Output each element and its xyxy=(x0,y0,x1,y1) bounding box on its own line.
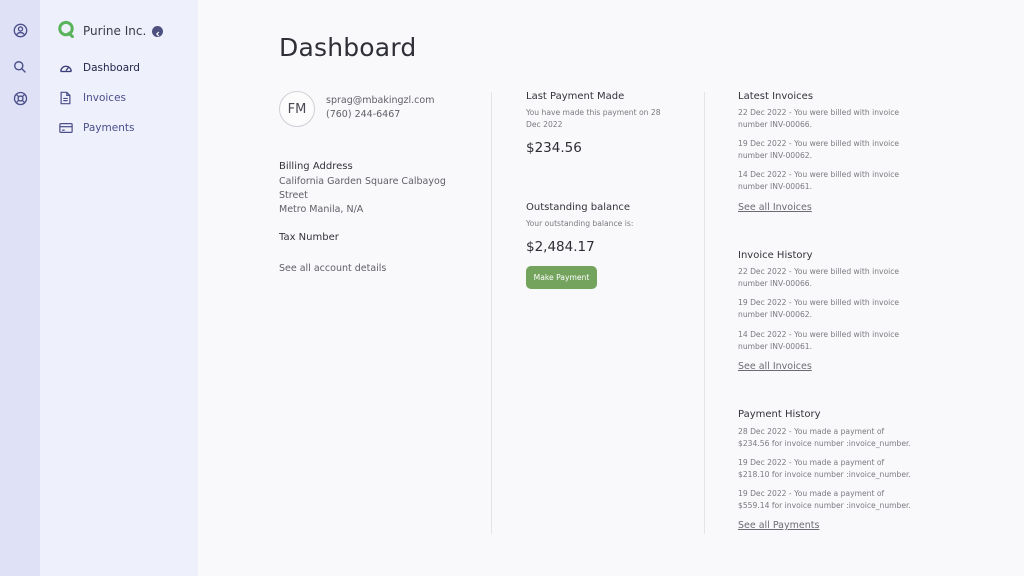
sidebar-item-payments[interactable]: Payments xyxy=(58,119,134,137)
outstanding-desc: Your outstanding balance is: xyxy=(526,219,634,228)
user-circle-icon[interactable] xyxy=(11,21,29,39)
list-item: 28 Dec 2022 - You made a payment of xyxy=(738,427,885,436)
list-item: 22 Dec 2022 - You were billed with invoi… xyxy=(738,108,900,117)
list-item: $234.56 for invoice number :invoice_numb… xyxy=(738,438,911,448)
list-item: 14 Dec 2022 - You were billed with invoi… xyxy=(738,170,900,179)
brand[interactable]: Purine Inc. xyxy=(57,20,147,42)
last-payment-amount: $234.56 xyxy=(526,140,582,156)
brand-name: Purine Inc. xyxy=(83,24,147,38)
last-payment-desc: Dec 2022 xyxy=(526,119,563,129)
list-item: number INV-00066. xyxy=(738,278,813,288)
list-item: number INV-00062. xyxy=(738,309,813,319)
see-all-payments-link[interactable]: See all Payments xyxy=(738,520,819,531)
sidebar-item-label: Payments xyxy=(83,122,135,134)
last-payment-desc: You have made this payment on 28 xyxy=(526,108,661,117)
document-icon xyxy=(58,91,73,106)
account-phone: (760) 244-6467 xyxy=(326,109,401,120)
sidebar-item-label: Invoices xyxy=(83,92,127,104)
account-details-link[interactable]: See all account details xyxy=(279,262,386,276)
sidebar: Purine Inc. Dashboard Invoices Payments xyxy=(40,0,198,576)
page-title: Dashboard xyxy=(279,33,417,62)
make-payment-button[interactable]: Make Payment xyxy=(526,266,597,289)
icon-rail xyxy=(0,0,40,576)
gauge-icon xyxy=(58,61,73,76)
account-email: sprag@mbakingzl.com xyxy=(326,95,435,106)
list-item: number INV-00061. xyxy=(738,181,813,191)
list-item: $218.10 for invoice number :invoice_numb… xyxy=(738,469,911,479)
sidebar-item-label: Dashboard xyxy=(83,62,140,74)
latest-invoices-heading: Latest Invoices xyxy=(738,91,814,102)
list-item: $559.14 for invoice number :invoice_numb… xyxy=(738,500,911,510)
billing-address-heading: Billing Address xyxy=(279,161,353,172)
chevron-left-icon xyxy=(155,22,161,41)
sidebar-item-invoices[interactable]: Invoices xyxy=(58,89,126,107)
invoice-history-heading: Invoice History xyxy=(738,250,813,261)
list-item: number INV-00062. xyxy=(738,150,813,160)
avatar: FM xyxy=(279,91,315,127)
billing-address-line: Street xyxy=(279,190,308,201)
column-divider xyxy=(491,92,492,534)
list-item: number INV-00066. xyxy=(738,119,813,129)
outstanding-heading: Outstanding balance xyxy=(526,202,631,213)
logo-ring-icon xyxy=(57,20,75,42)
credit-card-icon xyxy=(58,121,73,136)
see-all-invoices-link[interactable]: See all Invoices xyxy=(738,361,812,372)
payment-history-heading: Payment History xyxy=(738,409,821,420)
billing-address-line: California Garden Square Calbayog xyxy=(279,176,446,187)
tax-number-heading: Tax Number xyxy=(279,232,339,243)
list-item: 22 Dec 2022 - You were billed with invoi… xyxy=(738,267,900,276)
billing-address-line: Metro Manila, N/A xyxy=(279,204,364,215)
lifebuoy-icon[interactable] xyxy=(11,89,29,107)
list-item: 19 Dec 2022 - You made a payment of xyxy=(738,458,885,467)
search-icon[interactable] xyxy=(11,58,29,76)
list-item: 19 Dec 2022 - You made a payment of xyxy=(738,489,885,498)
outstanding-amount: $2,484.17 xyxy=(526,239,595,255)
list-item: 14 Dec 2022 - You were billed with invoi… xyxy=(738,330,900,339)
list-item: 19 Dec 2022 - You were billed with invoi… xyxy=(738,139,900,148)
list-item: number INV-00061. xyxy=(738,341,813,351)
last-payment-heading: Last Payment Made xyxy=(526,91,625,102)
collapse-sidebar-button[interactable] xyxy=(152,26,163,37)
list-item: 19 Dec 2022 - You were billed with invoi… xyxy=(738,298,900,307)
see-all-invoices-link[interactable]: See all Invoices xyxy=(738,202,812,213)
column-divider xyxy=(704,92,705,534)
sidebar-item-dashboard[interactable]: Dashboard xyxy=(58,59,140,77)
